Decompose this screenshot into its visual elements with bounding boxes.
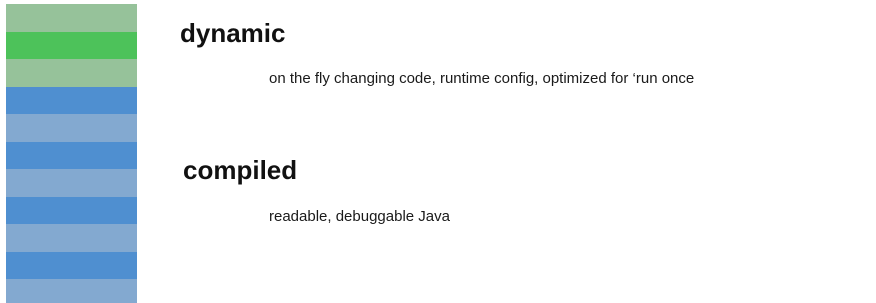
dynamic-heading: dynamic xyxy=(180,18,286,48)
stripe-compiled-5 xyxy=(6,114,137,142)
stripe-compiled-10 xyxy=(6,251,137,279)
slide-canvas: dynamic on the fly changing code, runtim… xyxy=(0,0,876,303)
stripe-compiled-9 xyxy=(6,224,137,252)
stripe-compiled-11 xyxy=(6,279,137,303)
stripe-compiled-4 xyxy=(6,86,137,114)
stripe-compiled-6 xyxy=(6,141,137,169)
stripe-dynamic-3 xyxy=(6,59,137,87)
stripe-dynamic-2 xyxy=(6,31,137,59)
stripe-compiled-8 xyxy=(6,196,137,224)
compiled-heading: compiled xyxy=(183,155,298,185)
stripe-column xyxy=(6,4,137,303)
dynamic-description: on the fly changing code, runtime config… xyxy=(269,70,695,87)
compiled-description: readable, debuggable Java xyxy=(269,208,450,225)
stripe-dynamic-1 xyxy=(6,4,137,32)
stripe-compiled-7 xyxy=(6,169,137,197)
